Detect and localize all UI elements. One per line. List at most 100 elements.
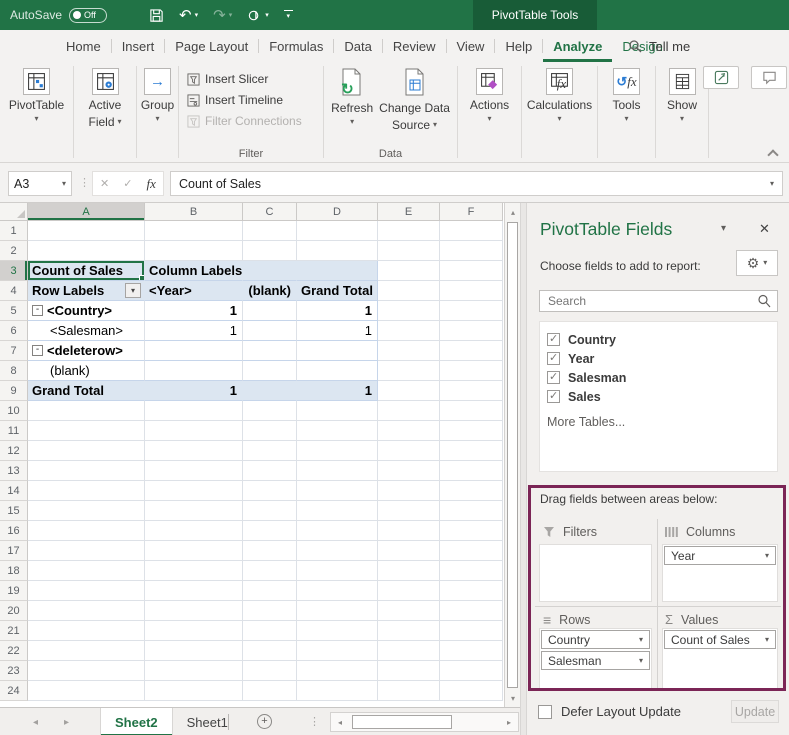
cell-C9[interactable] [243, 381, 297, 401]
cell-B19[interactable] [145, 581, 243, 601]
row-header-21[interactable]: 21 [0, 621, 28, 641]
row-header-18[interactable]: 18 [0, 561, 28, 581]
cell-D14[interactable] [297, 481, 378, 501]
cell-D13[interactable] [297, 461, 378, 481]
cell-D11[interactable] [297, 421, 378, 441]
cell-E17[interactable] [378, 541, 440, 561]
row-header-12[interactable]: 12 [0, 441, 28, 461]
scroll-left-icon[interactable] [333, 715, 347, 729]
cell-E5[interactable] [378, 301, 440, 321]
cell-E14[interactable] [378, 481, 440, 501]
cell-D20[interactable] [297, 601, 378, 621]
pane-splitter[interactable] [520, 203, 527, 735]
row-header-4[interactable]: 4 [0, 281, 28, 301]
show-button[interactable]: Show [667, 62, 697, 123]
cell-C10[interactable] [243, 401, 297, 421]
column-header-e[interactable]: E [378, 203, 440, 221]
cell-D5[interactable]: 1 [297, 301, 378, 321]
cell-F7[interactable] [440, 341, 503, 361]
tab-analyze[interactable]: Analyze [543, 30, 612, 62]
cell-D8[interactable] [297, 361, 378, 381]
refresh-button[interactable]: ↻ Refresh [331, 62, 373, 132]
cell-C3[interactable] [243, 261, 297, 281]
row-header-5[interactable]: 5 [0, 301, 28, 321]
cell-B20[interactable] [145, 601, 243, 621]
column-header-f[interactable]: F [440, 203, 503, 221]
cell-E16[interactable] [378, 521, 440, 541]
scroll-right-icon[interactable] [502, 715, 516, 729]
cell-C5[interactable] [243, 301, 297, 321]
cell-A13[interactable] [28, 461, 145, 481]
row-header-1[interactable]: 1 [0, 221, 28, 241]
defer-layout-checkbox[interactable] [538, 704, 552, 719]
row-header-8[interactable]: 8 [0, 361, 28, 381]
cell-E9[interactable] [378, 381, 440, 401]
field-chip-year[interactable]: Year [664, 546, 776, 565]
cell-C24[interactable] [243, 681, 297, 701]
cell-A8[interactable]: (blank) [28, 361, 145, 381]
cell-D12[interactable] [297, 441, 378, 461]
cell-A7[interactable]: <deleterow> [28, 341, 145, 361]
cell-B13[interactable] [145, 461, 243, 481]
formula-input[interactable]: Count of Sales [170, 171, 783, 196]
cell-C8[interactable] [243, 361, 297, 381]
cell-A1[interactable] [28, 221, 145, 241]
cell-E3[interactable] [378, 261, 440, 281]
close-pane-button[interactable] [759, 221, 770, 237]
customize-qat-button[interactable]: ▾ [283, 10, 293, 20]
touch-mouse-mode-button[interactable]: ▾ [247, 8, 269, 23]
cell-C15[interactable] [243, 501, 297, 521]
cell-C17[interactable] [243, 541, 297, 561]
cell-A21[interactable] [28, 621, 145, 641]
row-header-9[interactable]: 9 [0, 381, 28, 401]
area-box-values[interactable]: Count of Sales [662, 628, 778, 689]
cell-D10[interactable] [297, 401, 378, 421]
cell-D3[interactable] [297, 261, 378, 281]
cell-D16[interactable] [297, 521, 378, 541]
cell-C2[interactable] [243, 241, 297, 261]
cell-C19[interactable] [243, 581, 297, 601]
cell-A5[interactable]: <Country> [28, 301, 145, 321]
cell-A19[interactable] [28, 581, 145, 601]
name-box[interactable]: A3 [8, 171, 72, 196]
cell-A2[interactable] [28, 241, 145, 261]
cell-A3[interactable]: Count of Sales [28, 261, 145, 281]
cell-F2[interactable] [440, 241, 503, 261]
active-field-button[interactable]: Active Field [88, 62, 121, 129]
cell-E18[interactable] [378, 561, 440, 581]
cell-F24[interactable] [440, 681, 503, 701]
cell-F10[interactable] [440, 401, 503, 421]
cell-A11[interactable] [28, 421, 145, 441]
cell-F8[interactable] [440, 361, 503, 381]
cell-B14[interactable] [145, 481, 243, 501]
cancel-icon[interactable] [100, 177, 109, 190]
actions-button[interactable]: Actions [470, 62, 509, 123]
tab-view[interactable]: View [447, 30, 495, 62]
row-header-24[interactable]: 24 [0, 681, 28, 701]
cell-D24[interactable] [297, 681, 378, 701]
cell-B3[interactable]: Column Labels [145, 261, 243, 281]
insert-slicer-button[interactable]: Insert Slicer [187, 72, 302, 86]
row-header-3[interactable]: 3 [0, 261, 28, 281]
field-item-year[interactable]: Year [547, 349, 777, 368]
collapse-ribbon-button[interactable] [769, 148, 777, 156]
row-header-19[interactable]: 19 [0, 581, 28, 601]
cell-B7[interactable] [145, 341, 243, 361]
sheet-tab-sheet2[interactable]: Sheet2 [100, 708, 173, 735]
cell-A23[interactable] [28, 661, 145, 681]
field-chip-salesman[interactable]: Salesman [541, 651, 650, 670]
cell-B9[interactable]: 1 [145, 381, 243, 401]
cell-C18[interactable] [243, 561, 297, 581]
cell-E10[interactable] [378, 401, 440, 421]
cell-F12[interactable] [440, 441, 503, 461]
cell-F4[interactable] [440, 281, 503, 301]
tell-me-button[interactable]: Tell me [628, 30, 690, 62]
cell-F5[interactable] [440, 301, 503, 321]
cell-F21[interactable] [440, 621, 503, 641]
cell-D2[interactable] [297, 241, 378, 261]
cell-B23[interactable] [145, 661, 243, 681]
cell-E19[interactable] [378, 581, 440, 601]
cell-A22[interactable] [28, 641, 145, 661]
cell-C14[interactable] [243, 481, 297, 501]
cell-F17[interactable] [440, 541, 503, 561]
